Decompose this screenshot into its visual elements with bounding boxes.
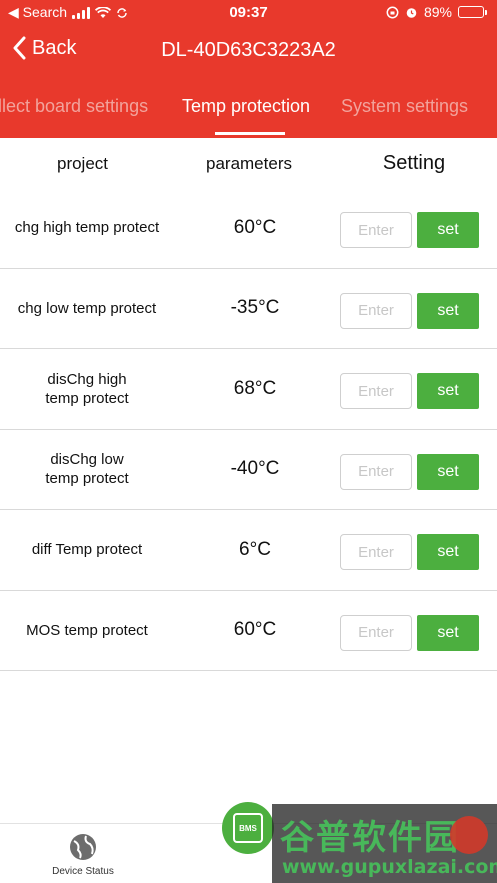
battery-icon	[458, 6, 487, 18]
protection-table: chg high temp protect 60°C set chg low t…	[0, 188, 497, 671]
set-button[interactable]: set	[417, 614, 479, 651]
watermark-logo-icon	[450, 816, 488, 854]
row-parameter-value: -40°C	[230, 458, 280, 480]
table-header: project parameters Setting	[0, 138, 497, 188]
header-setting: Setting	[382, 152, 446, 174]
tab-system-settings[interactable]: System settings	[341, 96, 468, 117]
row-parameter-value: -35°C	[230, 297, 280, 319]
watermark-overlay: 谷普软件园 www.gupuxlazai.com	[272, 804, 497, 883]
status-right: 89%	[386, 4, 487, 20]
row-project-label: chg low temp protect	[17, 299, 157, 317]
row-setting-input[interactable]	[340, 373, 412, 409]
set-button[interactable]: set	[417, 373, 479, 409]
globe-icon	[70, 834, 96, 860]
header-project: project	[56, 154, 109, 173]
header-parameters: parameters	[206, 154, 292, 173]
bms-center-button[interactable]: BMS	[222, 802, 274, 854]
table-row: diff Temp protect 6°C set	[0, 510, 497, 591]
table-row: chg high temp protect 60°C set	[0, 188, 497, 269]
row-setting-input[interactable]	[340, 292, 412, 329]
set-button[interactable]: set	[417, 212, 479, 248]
screen-lock-icon	[386, 6, 399, 18]
row-project-label: chg high temp protect	[14, 219, 160, 237]
table-row: chg low temp protect -35°C set	[0, 269, 497, 349]
row-project-label: disChg low temp protect	[45, 451, 129, 488]
bms-label: BMS	[239, 823, 257, 833]
bms-chip-icon: BMS	[233, 813, 263, 843]
row-parameter-value: 60°C	[233, 216, 277, 238]
table-row: disChg high temp protect 68°C set	[0, 349, 497, 430]
navigation-bar: Back DL-40D63C3223A2	[0, 26, 497, 76]
tab-collect-board-settings[interactable]: llect board settings	[0, 96, 148, 117]
device-status-label: Device Status	[52, 866, 114, 877]
settings-tab-bar: llect board settings Temp protection Sys…	[0, 76, 497, 138]
device-title: DL-40D63C3223A2	[161, 39, 336, 61]
row-setting-input[interactable]	[340, 534, 412, 570]
row-project-label: MOS temp protect	[26, 621, 148, 639]
row-project-label: disChg high temp protect	[45, 370, 129, 407]
bottom-tab-device-status[interactable]: Device Status	[38, 832, 128, 877]
watermark-url: www.gupuxlazai.com	[282, 856, 497, 878]
row-setting-input[interactable]	[340, 453, 412, 490]
row-parameter-value: 60°C	[233, 619, 277, 641]
row-project-label: diff Temp protect	[31, 541, 143, 559]
alarm-icon	[406, 7, 417, 18]
watermark-title: 谷普软件园	[280, 818, 460, 858]
row-parameter-value: 68°C	[233, 377, 277, 399]
row-setting-input[interactable]	[340, 614, 412, 651]
set-button[interactable]: set	[417, 534, 479, 570]
active-tab-indicator	[215, 132, 285, 135]
table-row: disChg low temp protect -40°C set	[0, 430, 497, 510]
battery-percent: 89%	[423, 4, 452, 20]
tab-temp-protection[interactable]: Temp protection	[182, 96, 310, 117]
table-row: MOS temp protect 60°C set	[0, 591, 497, 671]
status-bar: ◀ Search 09:37 89%	[0, 0, 497, 26]
set-button[interactable]: set	[417, 292, 479, 329]
row-parameter-value: 6°C	[239, 538, 271, 560]
set-button[interactable]: set	[417, 453, 479, 490]
row-setting-input[interactable]	[340, 212, 412, 248]
